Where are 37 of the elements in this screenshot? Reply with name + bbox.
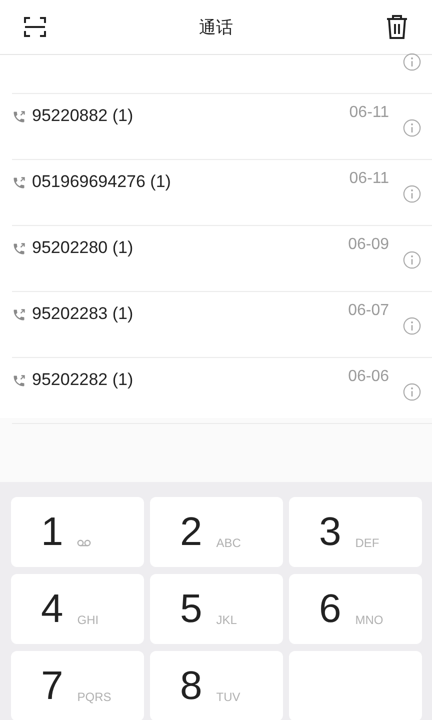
phone-icon [12,242,26,256]
phone-icon [12,374,26,388]
phone-icon [12,176,26,190]
info-icon[interactable] [403,317,421,335]
dial-key[interactable]: 1 [11,497,144,567]
info-icon[interactable] [403,119,421,137]
dial-key[interactable]: 3 DEF [289,497,422,567]
phone-icon [12,110,26,124]
call-date: 06-11 [349,104,389,122]
phone-icon [12,308,26,322]
phone-number: 051969694276 (1) [32,172,171,192]
dial-key[interactable]: 4 GHI [11,574,144,644]
call-date: 06-06 [348,368,389,386]
call-row[interactable]: 95202283 (1) 06-07 [12,292,432,358]
call-row[interactable]: 95220882 (1) 06-11 [12,94,432,160]
phone-number: 95220882 (1) [32,106,134,126]
info-icon[interactable] [403,251,421,269]
phone-number: 95202283 (1) [32,304,134,324]
info-icon[interactable] [403,185,421,203]
call-date: 06-09 [348,236,389,254]
dial-key[interactable]: 5 JKL [150,574,283,644]
info-icon[interactable] [403,383,421,401]
screen-title: 通话 [199,16,233,38]
trash-icon[interactable] [384,14,410,40]
dial-key[interactable]: 7 PQRS [11,651,144,720]
phone-number: 95202282 (1) [32,370,134,390]
call-date: 06-07 [348,302,389,320]
dial-key[interactable]: 8 TUV [150,651,283,720]
call-row[interactable]: 051969694276 (1) 06-11 [12,160,432,226]
dial-key[interactable]: 2 ABC [150,497,283,567]
voicemail-icon [77,539,92,547]
call-date: 06-11 [349,170,389,188]
dial-key[interactable]: 6 MNO [289,574,422,644]
scan-icon[interactable] [22,14,48,40]
info-icon[interactable] [403,53,421,71]
call-row[interactable]: 95202280 (1) 06-09 [12,226,432,292]
phone-number: 95202280 (1) [32,238,134,258]
